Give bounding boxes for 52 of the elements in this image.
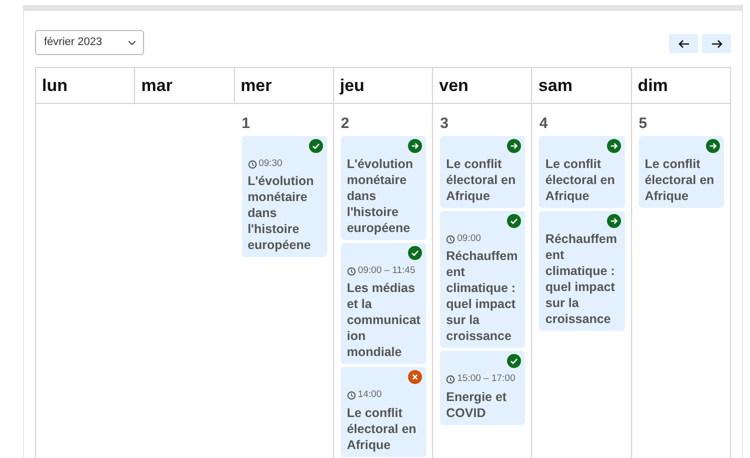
event-card[interactable]: 09:00 Réchauffement climatique : quel impact sur la croissance <box>440 211 526 348</box>
event-card[interactable]: 14:00 Le conflit électoral en Afrique <box>340 367 426 456</box>
previous-button[interactable] <box>669 34 698 53</box>
event-card[interactable]: Le conflit électoral en Afrique <box>539 136 625 208</box>
weekday-header: mer <box>234 67 334 104</box>
weekday-header: lun <box>36 67 136 104</box>
event-card[interactable]: L'évolution monétaire dans l'histoire européene <box>340 136 426 240</box>
right-arrow-icon <box>710 38 722 50</box>
event-title: Le conflit électoral en Afrique <box>644 156 716 204</box>
weekday-header: mar <box>135 67 235 104</box>
check-icon <box>507 354 522 368</box>
weekday-header: ven <box>433 67 532 104</box>
day-number: 2 <box>340 114 350 134</box>
event-title: Les médias et la communication mondiale <box>346 280 422 360</box>
weekday-header: sam <box>532 67 632 104</box>
event-card[interactable]: 09:00 – 11:45 Les médias et la communication mondiale <box>340 243 426 364</box>
event-title: Energie et COVID <box>446 388 508 420</box>
event-title: L'évolution monétaire dans l'histoire européene <box>248 173 315 254</box>
weekday-header: jeu <box>334 67 434 104</box>
event-time: 14:00 <box>358 388 382 402</box>
clock-icon <box>446 374 456 384</box>
next-button[interactable] <box>702 34 731 53</box>
event-title: Réchauffement climatique : quel impact sur la croissance <box>446 248 519 344</box>
weekday-header: dim <box>632 67 731 104</box>
check-icon <box>408 246 422 260</box>
day-number: 1 <box>242 114 250 134</box>
event-card[interactable]: Réchauffement climatique : quel impact sur la croissance <box>539 211 625 331</box>
day-number: 3 <box>440 114 448 134</box>
event-time: 09:00 – 11:45 <box>358 264 416 278</box>
event-title: L'évolution monétaire dans l'histoire européene <box>346 156 414 236</box>
event-card[interactable]: 15:00 – 17:00 Energie et COVID <box>440 351 526 424</box>
check-icon <box>507 214 522 228</box>
event-card[interactable]: Le conflit électoral en Afrique <box>638 136 724 208</box>
event-card[interactable]: Le conflit électoral en Afrique <box>440 136 526 208</box>
event-card[interactable]: 09:30 L'évolution monétaire dans l'histoire européene <box>242 136 327 258</box>
event-time: 15:00 – 17:00 <box>457 372 516 386</box>
clock-icon <box>446 234 456 244</box>
event-time: 09:00 <box>457 232 481 246</box>
event-time: 09:30 <box>258 157 282 171</box>
cross-icon <box>408 370 422 384</box>
clock-icon <box>346 266 356 276</box>
event-title: Le conflit électoral en Afrique <box>346 404 418 452</box>
event-title: Le conflit électoral en Afrique <box>545 156 616 204</box>
clock-icon <box>346 390 356 400</box>
month-select[interactable]: février 2023 <box>35 30 144 55</box>
left-arrow-icon <box>678 38 690 50</box>
day-number: 5 <box>638 114 648 134</box>
day-number: 4 <box>539 114 548 134</box>
check-icon <box>308 139 323 153</box>
clock-icon <box>248 160 257 169</box>
event-title: Le conflit électoral en Afrique <box>446 156 517 204</box>
event-title: Réchauffement climatique : quel impact sur la croissance <box>545 231 618 327</box>
